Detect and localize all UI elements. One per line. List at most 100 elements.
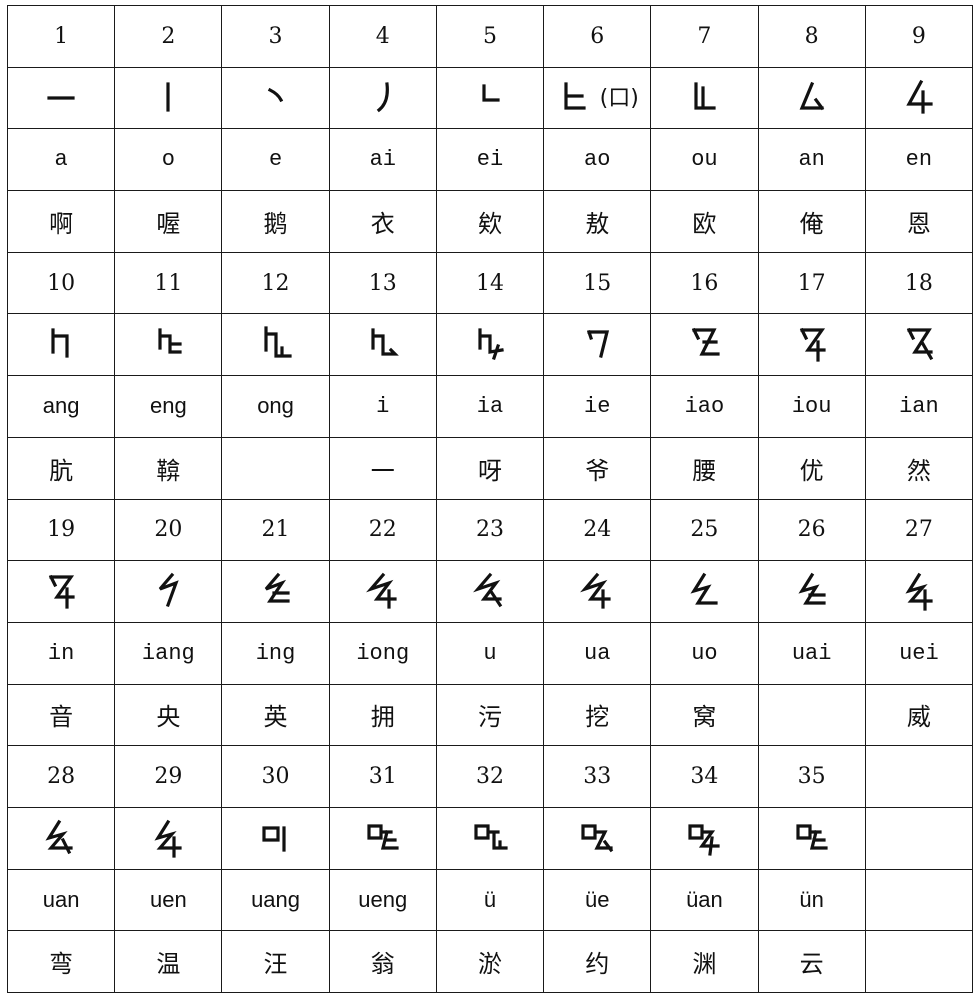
- number-cell: 27: [864, 498, 974, 562]
- example-character: 肮: [49, 456, 74, 485]
- double-pie-e-icon: [682, 569, 726, 609]
- number-cell: 9: [864, 5, 974, 68]
- number-row: 1 2 3 4 5 6 7 8 9: [6, 5, 974, 68]
- glyph-cell: [221, 66, 330, 130]
- number-cell: [864, 745, 974, 808]
- glyph-note: (口): [599, 85, 639, 111]
- pinyin-cell: iao: [650, 375, 759, 438]
- final-number: 28: [47, 764, 76, 790]
- pinyin-cell: ian: [864, 375, 974, 438]
- final-pinyin: üe: [584, 886, 610, 912]
- glyph-cell: [435, 66, 545, 130]
- finals-table: 1 2 3 4 5 6 7 8 9 (口) a o e ai ei ao ou an en 啊喔鹅衣欸敖欧俺恩 10 11…: [6, 5, 974, 993]
- glyph-cell: [650, 560, 759, 623]
- glyph-cell: [543, 806, 652, 870]
- example-character: 音: [49, 703, 74, 732]
- final-number: 35: [797, 764, 826, 790]
- example-character: 然: [906, 456, 931, 485]
- number-cell: 25: [650, 498, 759, 562]
- number-row: 28 29 30 31 32 33 34 35: [6, 745, 974, 808]
- number-cell: 33: [543, 745, 652, 808]
- example-character: 威: [906, 703, 931, 732]
- example-character: 一: [370, 456, 395, 485]
- pinyin-cell: ang: [6, 375, 116, 438]
- example-cell: 欧: [650, 190, 759, 253]
- final-number: 16: [690, 270, 719, 296]
- final-pinyin: iong: [356, 640, 410, 666]
- final-pinyin: ia: [476, 393, 504, 419]
- pinyin-cell: ün: [757, 868, 866, 932]
- pinyin-cell: in: [6, 621, 116, 685]
- final-pinyin: an: [798, 147, 825, 173]
- final-number: 5: [482, 23, 497, 49]
- kou-four-icon: [682, 816, 726, 856]
- pinyin-cell: ua: [543, 621, 652, 685]
- final-pinyin: ou: [691, 147, 718, 173]
- glyph-cell: [221, 560, 330, 623]
- number-cell: 14: [435, 251, 545, 315]
- final-pinyin: üan: [686, 886, 723, 912]
- pinyin-cell: ueng: [328, 868, 437, 932]
- pinyin-cell: eng: [114, 375, 223, 438]
- dian-stroke-icon: [254, 76, 298, 116]
- glyph-cell: [864, 806, 974, 870]
- glyph-cell: [864, 66, 974, 130]
- glyph-cell: [650, 806, 759, 870]
- example-cell: 优: [757, 436, 866, 500]
- final-number: 10: [47, 270, 76, 296]
- example-cell: 云: [757, 930, 866, 993]
- glyph-cell: [328, 560, 437, 623]
- final-pinyin: ao: [584, 147, 611, 173]
- glyph-cell: [114, 560, 223, 623]
- glyph-cell: [221, 806, 330, 870]
- heng-stroke-icon: [39, 76, 83, 116]
- final-pinyin: ong: [257, 393, 294, 419]
- example-character: 腰: [692, 456, 717, 485]
- glyph-cell: [328, 806, 437, 870]
- si-stroke-icon: [790, 76, 834, 116]
- hengpie-si-icon: [897, 322, 941, 362]
- glyph-cell: [6, 313, 116, 377]
- number-cell: 11: [114, 251, 223, 315]
- example-character: 渊: [692, 950, 717, 979]
- final-pinyin: iou: [791, 393, 832, 419]
- final-pinyin: uei: [899, 640, 939, 666]
- number-cell: 3: [221, 5, 330, 68]
- example-cell: 弯: [6, 930, 116, 993]
- example-character: 俺: [799, 209, 824, 238]
- final-pinyin: ueng: [358, 886, 408, 912]
- final-number: 9: [911, 23, 926, 49]
- glyph-cell: [757, 806, 866, 870]
- example-cell: [757, 683, 866, 747]
- glyph-cell: [6, 560, 116, 623]
- glyph-cell: [757, 313, 866, 377]
- pinyin-cell: ei: [435, 128, 545, 192]
- glyph-row: [6, 313, 974, 377]
- final-number: 24: [583, 517, 612, 543]
- example-cell: [221, 436, 330, 500]
- final-number: 11: [154, 270, 183, 296]
- example-cell: 英: [221, 683, 330, 747]
- hengpie-four-small-icon: [39, 569, 83, 609]
- final-number: 4: [375, 23, 390, 49]
- number-cell: 13: [328, 251, 437, 315]
- example-cell: 然: [864, 436, 974, 500]
- final-pinyin: ei: [476, 147, 504, 173]
- pinyin-cell: üe: [543, 868, 652, 932]
- example-row: 音央英拥污挖窝威: [6, 683, 974, 747]
- example-character: 鹅: [263, 209, 288, 238]
- final-pinyin: uan: [42, 886, 80, 912]
- final-pinyin: ü: [483, 886, 497, 912]
- kou-si-icon: [575, 816, 619, 856]
- example-character: 欧: [692, 209, 717, 238]
- pinyin-cell: en: [864, 128, 974, 192]
- pinyin-cell: uen: [114, 868, 223, 932]
- final-number: 23: [475, 517, 504, 543]
- pinyin-cell: uo: [650, 621, 759, 685]
- final-pinyin: ai: [369, 147, 396, 173]
- final-pinyin: ian: [899, 393, 939, 419]
- shu-stroke-icon: [146, 76, 190, 116]
- number-cell: 15: [543, 251, 652, 315]
- example-cell: 俺: [757, 190, 866, 253]
- example-cell: 鞥: [114, 436, 223, 500]
